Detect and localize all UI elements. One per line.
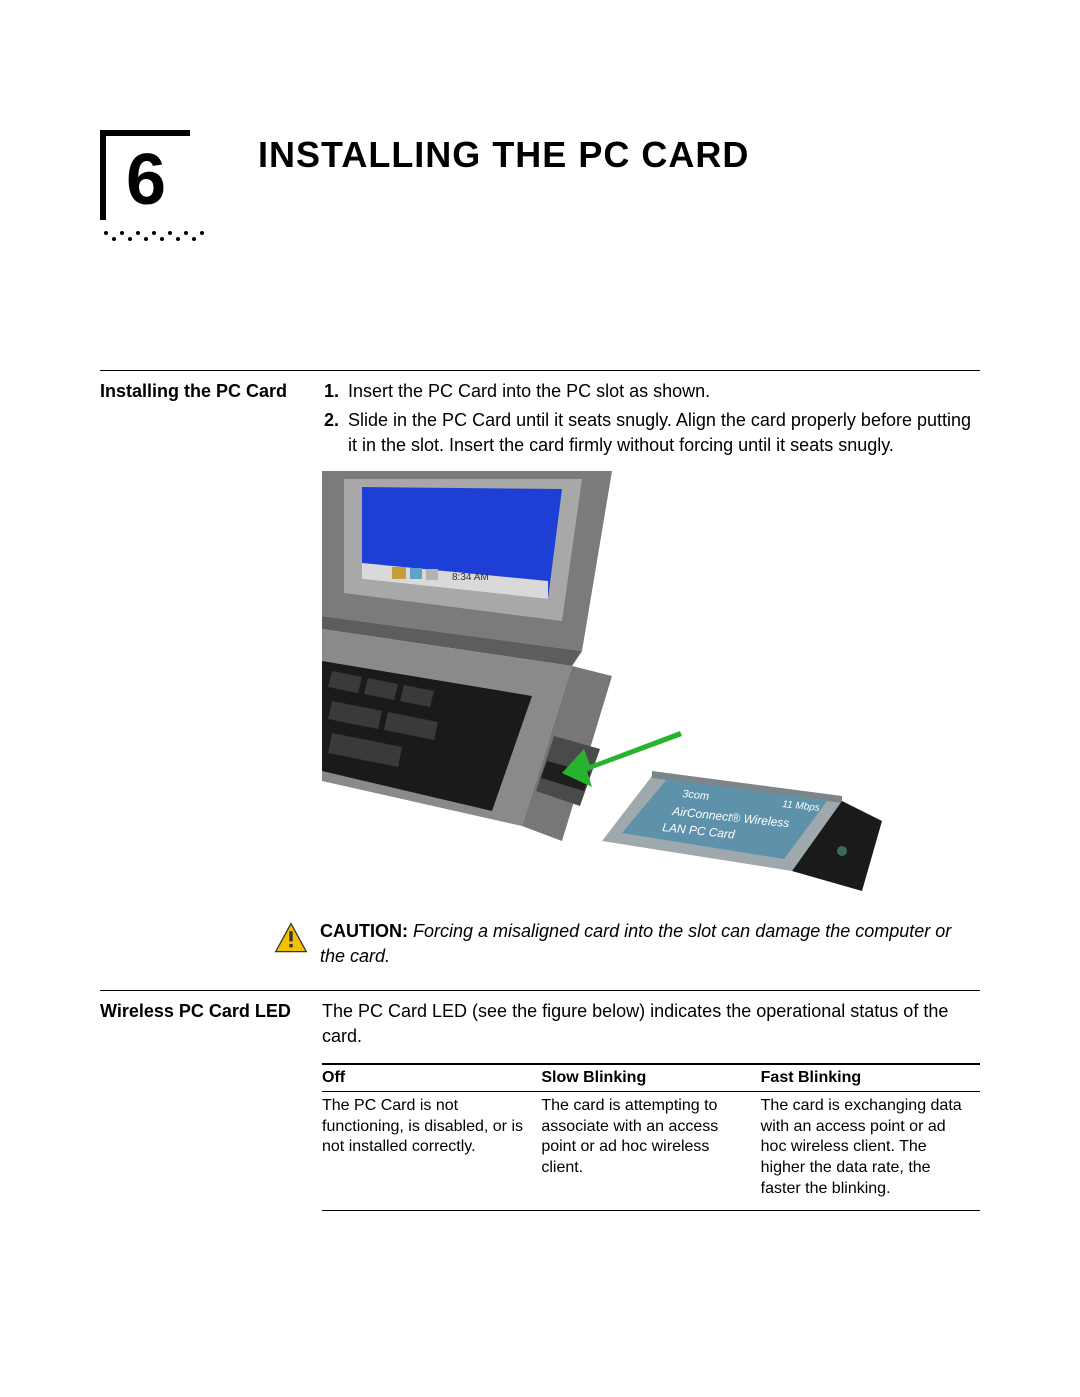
installation-figure: 8:34 AM: [322, 471, 980, 901]
step-item: Slide in the PC Card until it seats snug…: [344, 408, 980, 458]
table-cell: The card is exchanging data with an acce…: [761, 1091, 980, 1210]
divider: [100, 370, 980, 371]
tray-time: 8:34 AM: [452, 572, 489, 583]
section-heading: Wireless PC Card LED: [100, 999, 322, 1023]
section-body: Insert the PC Card into the PC slot as s…: [322, 379, 980, 968]
section-body: The PC Card LED (see the figure below) i…: [322, 999, 980, 1211]
document-page: 6 INSTALLING THE PC CARD Installing the …: [0, 0, 1080, 1397]
step-item: Insert the PC Card into the PC slot as s…: [344, 379, 980, 404]
section-led: Wireless PC Card LED The PC Card LED (se…: [100, 999, 980, 1211]
tray-icon: [392, 567, 406, 579]
corner-decoration: [100, 130, 190, 136]
section-heading: Installing the PC Card: [100, 379, 322, 403]
chapter-header: 6 INSTALLING THE PC CARD: [100, 130, 980, 240]
tray-icon: [410, 568, 422, 579]
chapter-number: 6: [126, 144, 166, 216]
table-cell: The PC Card is not functioning, is disab…: [322, 1091, 541, 1210]
tray-icon: [426, 569, 438, 580]
led-description: The PC Card LED (see the figure below) i…: [322, 999, 980, 1049]
table-row: The PC Card is not functioning, is disab…: [322, 1091, 980, 1210]
caution-label: CAUTION:: [320, 921, 408, 941]
caution-icon: [274, 921, 308, 955]
section-installing: Installing the PC Card Insert the PC Car…: [100, 379, 980, 968]
table-cell: The card is attempting to associate with…: [541, 1091, 760, 1210]
laptop-pccard-illustration: 8:34 AM: [322, 471, 882, 901]
divider: [100, 990, 980, 991]
table-header: Fast Blinking: [761, 1064, 980, 1092]
table-header: Slow Blinking: [541, 1064, 760, 1092]
pc-card: 3com AirConnect® Wireless LAN PC Card 11…: [602, 771, 882, 891]
caution-body: Forcing a misaligned card into the slot …: [320, 921, 951, 965]
caution-block: CAUTION: Forcing a misaligned card into …: [274, 919, 980, 968]
steps-list: Insert the PC Card into the PC slot as s…: [322, 379, 980, 457]
table-header: Off: [322, 1064, 541, 1092]
chapter-number-box: 6: [100, 130, 210, 240]
caution-text: CAUTION: Forcing a misaligned card into …: [320, 919, 980, 968]
corner-decoration: [100, 130, 106, 220]
led-status-table: Off Slow Blinking Fast Blinking The PC C…: [322, 1063, 980, 1211]
dots-decoration: [104, 222, 210, 242]
chapter-title: INSTALLING THE PC CARD: [258, 134, 749, 176]
